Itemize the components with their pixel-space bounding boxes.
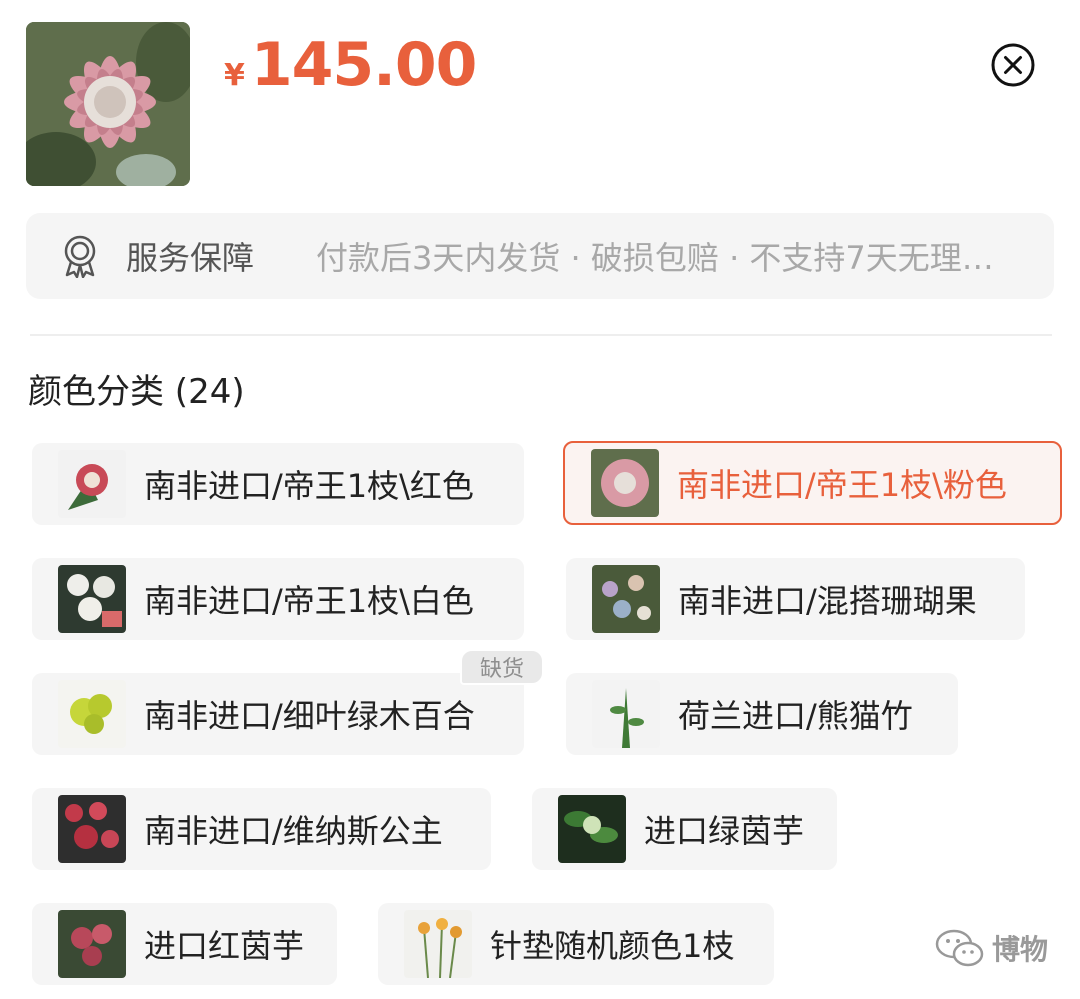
- option-chip[interactable]: 南非进口/帝王1枝\红色: [32, 443, 524, 525]
- option-chip-out-of-stock[interactable]: 南非进口/细叶绿木百合: [32, 673, 524, 755]
- service-label: 服务保障: [126, 239, 255, 277]
- price: ¥ 145.00: [224, 30, 478, 100]
- option-label: 进口绿茵芋: [644, 812, 805, 850]
- close-button[interactable]: [990, 42, 1036, 88]
- option-label: 进口红茵芋: [144, 927, 305, 965]
- option-label: 南非进口/维纳斯公主: [144, 812, 443, 850]
- service-description: 付款后3天内发货 · 破损包赔 · 不支持7天无理由退货: [316, 239, 1017, 277]
- option-chip-selected[interactable]: 南非进口/帝王1枝\粉色: [563, 441, 1062, 525]
- option-label: 南非进口/帝王1枝\红色: [144, 467, 474, 505]
- sku-selector-sheet: ¥ 145.00 服务保障 付款后3天内发货 · 破损包赔 · 不支持7天无理由…: [0, 0, 1080, 999]
- option-chip[interactable]: 南非进口/帝王1枝\白色: [32, 558, 524, 640]
- option-thumbnail: [592, 565, 660, 633]
- option-thumbnail: [591, 449, 659, 517]
- option-thumbnail: [58, 450, 126, 518]
- option-chip[interactable]: 针垫随机颜色1枝: [378, 903, 774, 985]
- option-thumbnail: [404, 910, 472, 978]
- option-label: 南非进口/细叶绿木百合: [144, 697, 475, 735]
- option-label: 南非进口/混搭珊瑚果: [678, 582, 977, 620]
- close-circle-icon: [991, 43, 1035, 87]
- option-chip[interactable]: 进口绿茵芋: [532, 788, 837, 870]
- option-label: 荷兰进口/熊猫竹: [678, 697, 913, 735]
- option-thumbnail: [592, 680, 660, 748]
- option-thumbnail: [58, 795, 126, 863]
- out-of-stock-badge: 缺货: [460, 649, 544, 685]
- watermark-text: 博物: [992, 933, 1049, 966]
- divider: [30, 334, 1052, 336]
- option-chip[interactable]: 南非进口/维纳斯公主: [32, 788, 491, 870]
- option-thumbnail: [58, 910, 126, 978]
- option-label: 针垫随机颜色1枝: [490, 927, 735, 965]
- option-thumbnail: [558, 795, 626, 863]
- option-chip[interactable]: 南非进口/混搭珊瑚果: [566, 558, 1025, 640]
- option-label: 南非进口/帝王1枝\粉色: [677, 466, 1007, 504]
- badge-award-icon: [64, 235, 96, 278]
- color-category-title: 颜色分类 (24): [28, 372, 245, 412]
- option-thumbnail: [58, 565, 126, 633]
- option-chip[interactable]: 进口红茵芋: [32, 903, 337, 985]
- wechat-icon: [935, 929, 984, 967]
- product-image: [26, 22, 190, 186]
- watermark: 博物: [934, 928, 1048, 968]
- option-chip[interactable]: 荷兰进口/熊猫竹: [566, 673, 958, 755]
- option-thumbnail: [58, 680, 126, 748]
- option-label: 南非进口/帝王1枝\白色: [144, 582, 474, 620]
- price-currency-symbol: ¥: [224, 58, 245, 93]
- service-guarantee-row[interactable]: 服务保障 付款后3天内发货 · 破损包赔 · 不支持7天无理由退货: [26, 213, 1054, 299]
- price-value: 145.00: [250, 30, 478, 100]
